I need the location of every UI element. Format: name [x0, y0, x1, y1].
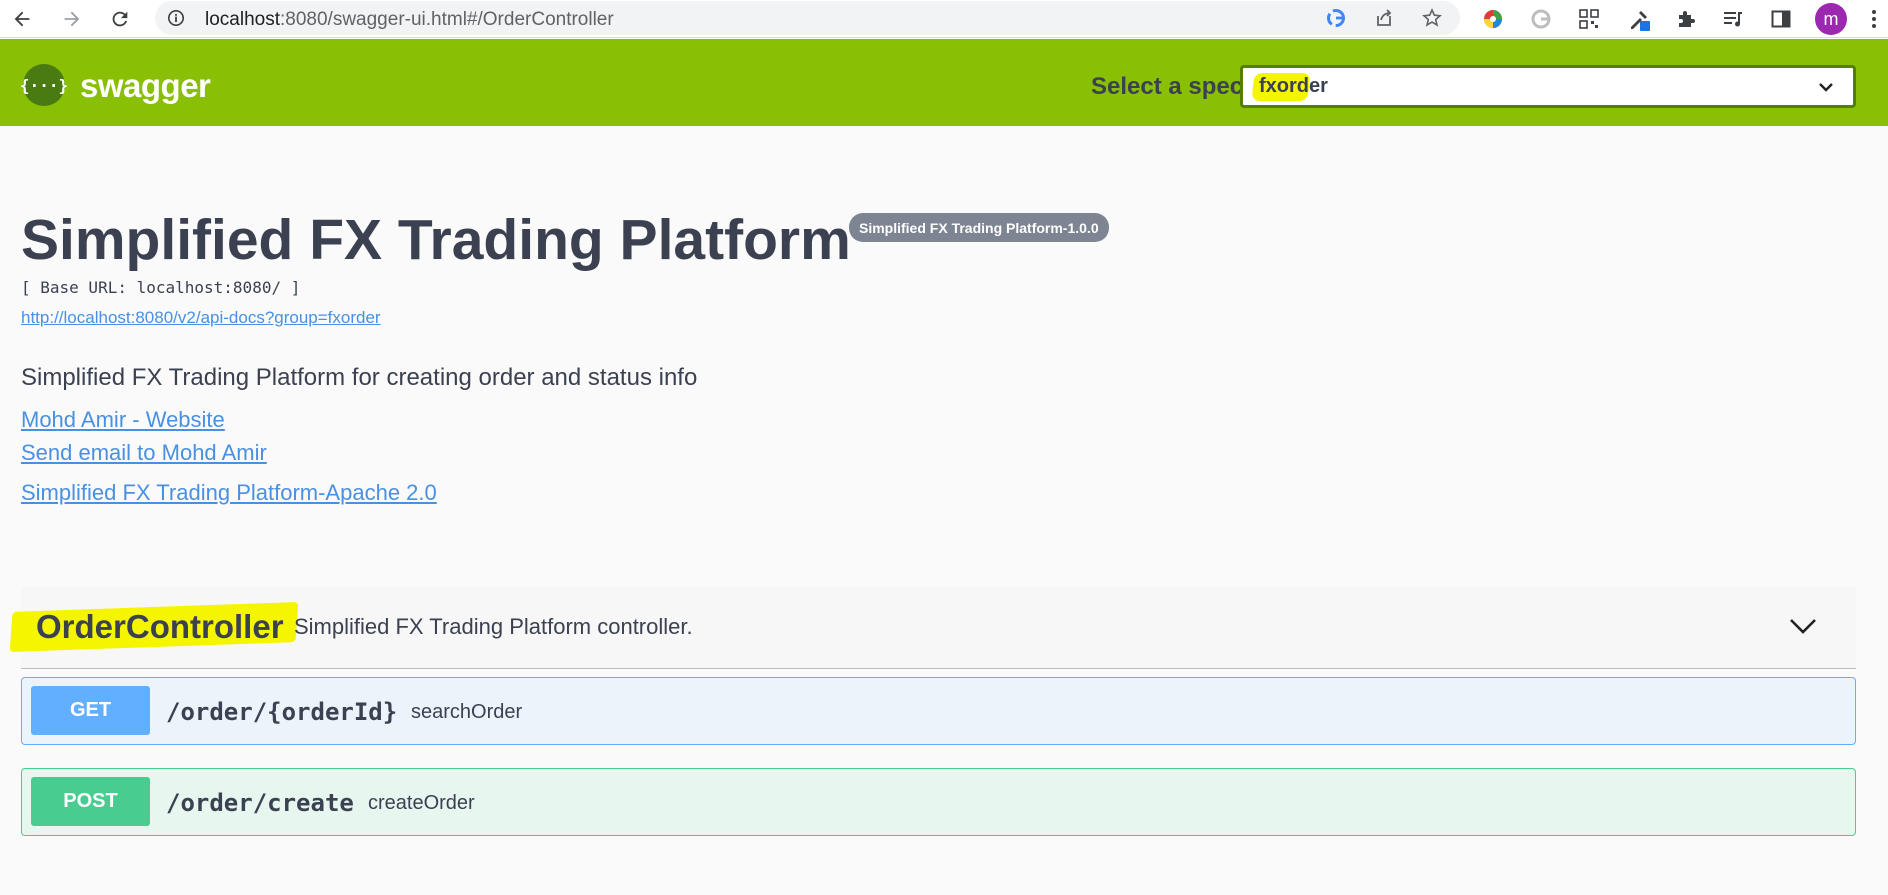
browser-menu-icon[interactable]: [1864, 6, 1884, 32]
operation-post-create-order[interactable]: POST /order/create createOrder: [21, 768, 1856, 836]
spec-selector-dropdown[interactable]: fxorder: [1240, 65, 1856, 108]
operation-path: /order/create: [166, 789, 354, 817]
reload-button[interactable]: [106, 5, 134, 33]
address-bar[interactable]: localhost:8080/swagger-ui.html#/OrderCon…: [155, 1, 1460, 35]
google-icon[interactable]: [1325, 7, 1347, 29]
profile-avatar[interactable]: m: [1815, 3, 1847, 35]
api-description: Simplified FX Trading Platform for creat…: [21, 364, 698, 391]
swagger-topbar: {···} swagger Select a spec fxorder: [0, 39, 1888, 126]
api-title: Simplified FX Trading Platform: [21, 208, 851, 272]
chevron-down-icon: [1819, 83, 1833, 92]
base-url: [ Base URL: localhost:8080/ ]: [21, 278, 301, 297]
operation-path: /order/{orderId}: [166, 698, 398, 726]
color-wheel-extension-icon[interactable]: [1480, 6, 1506, 32]
reload-icon: [112, 11, 128, 27]
operation-summary: createOrder: [368, 792, 475, 814]
back-arrow-icon: [14, 11, 30, 27]
grammar-extension-icon[interactable]: [1528, 6, 1554, 32]
http-method-badge: POST: [31, 777, 150, 826]
chevron-down-icon[interactable]: [1788, 615, 1818, 637]
eyedropper-extension-icon[interactable]: [1626, 6, 1652, 32]
contact-email-link[interactable]: Send email to Mohd Amir: [21, 440, 267, 466]
operation-summary: searchOrder: [411, 701, 523, 723]
contact-website-link[interactable]: Mohd Amir - Website: [21, 407, 225, 433]
spec-selected-value: fxorder: [1259, 75, 1328, 97]
http-method-badge: GET: [31, 686, 150, 735]
forward-button[interactable]: [58, 5, 86, 33]
swagger-logo-icon[interactable]: {···}: [20, 64, 68, 106]
bookmark-star-icon[interactable]: [1421, 7, 1443, 29]
forward-arrow-icon: [64, 11, 80, 27]
qr-code-extension-icon[interactable]: [1576, 6, 1602, 32]
browser-toolbar: localhost:8080/swagger-ui.html#/OrderCon…: [0, 0, 1888, 38]
site-info-icon[interactable]: [167, 9, 185, 27]
extensions-puzzle-icon[interactable]: [1674, 6, 1700, 32]
media-queue-icon[interactable]: [1720, 6, 1746, 32]
tag-header-ordercontroller[interactable]: OrderController Simplified FX Trading Pl…: [9, 587, 1856, 669]
operation-get-order[interactable]: GET /order/{orderId} searchOrder: [21, 677, 1856, 745]
share-icon[interactable]: [1373, 7, 1395, 29]
url-text: localhost:8080/swagger-ui.html#/OrderCon…: [205, 9, 614, 30]
swagger-logo-text[interactable]: swagger: [80, 67, 211, 105]
spec-selector-label: Select a spec: [1091, 73, 1244, 100]
side-panel-icon[interactable]: [1768, 6, 1794, 32]
tag-description: Simplified FX Trading Platform controlle…: [294, 614, 693, 639]
tag-name[interactable]: OrderController: [36, 608, 284, 646]
back-button[interactable]: [8, 5, 36, 33]
api-docs-link[interactable]: http://localhost:8080/v2/api-docs?group=…: [21, 308, 381, 328]
license-link[interactable]: Simplified FX Trading Platform-Apache 2.…: [21, 480, 437, 506]
version-badge: Simplified FX Trading Platform-1.0.0: [849, 213, 1109, 242]
